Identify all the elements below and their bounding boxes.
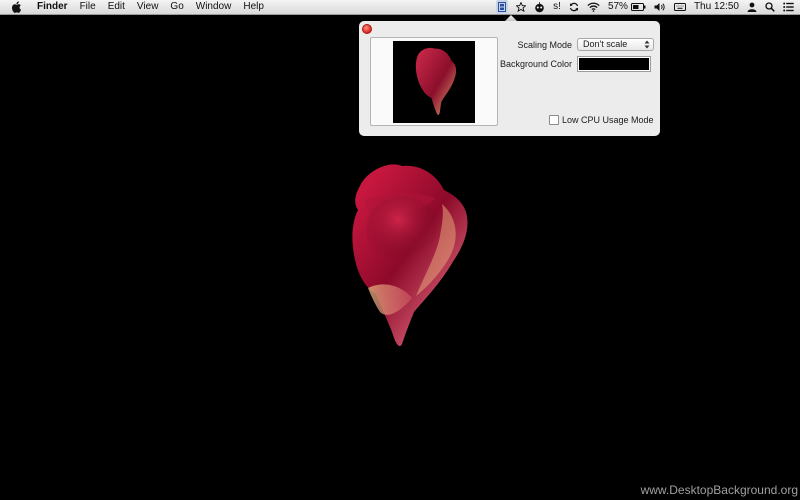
low-cpu-option[interactable]: Low CPU Usage Mode (549, 115, 654, 125)
low-cpu-checkbox[interactable] (549, 115, 559, 125)
preview-image (393, 41, 475, 123)
sync-icon[interactable] (569, 0, 579, 14)
low-cpu-label: Low CPU Usage Mode (562, 115, 654, 125)
wallpaper-preview[interactable] (370, 37, 498, 126)
wifi-icon[interactable] (587, 0, 600, 14)
background-color-swatch (579, 58, 649, 70)
wallpaper-app-status-icon[interactable] (496, 0, 509, 14)
volume-icon[interactable] (654, 0, 666, 14)
menu-edit[interactable]: Edit (102, 0, 131, 14)
apple-menu-icon[interactable] (10, 1, 22, 13)
close-icon[interactable] (362, 24, 372, 34)
menu-view[interactable]: View (131, 0, 165, 14)
background-color-well[interactable] (577, 56, 651, 72)
select-arrows-icon (644, 40, 650, 49)
battery-status[interactable]: 57% (608, 0, 646, 14)
spotlight-search-icon[interactable] (765, 0, 775, 14)
background-color-label: Background Color (499, 59, 572, 69)
keyboard-input-icon[interactable] (673, 0, 686, 14)
menu-clock[interactable]: Thu 12:50 (694, 0, 739, 14)
user-icon[interactable] (747, 0, 757, 14)
battery-percent: 57% (607, 1, 628, 12)
star-icon[interactable] (516, 0, 527, 14)
rose-petal-wallpaper-image (352, 164, 468, 346)
desktop: Finder File Edit View Go Window Help s! … (0, 0, 800, 500)
wallpaper-settings-popover: Scaling Mode Don't scale Background Colo… (359, 21, 660, 136)
alien-icon[interactable] (534, 0, 545, 14)
menu-help[interactable]: Help (237, 0, 270, 14)
battery-icon (630, 3, 646, 11)
scaling-mode-label: Scaling Mode (517, 40, 572, 50)
scaling-mode-value: Don't scale (583, 39, 628, 49)
menu-bar: Finder File Edit View Go Window Help s! … (0, 0, 800, 15)
menu-window[interactable]: Window (190, 0, 238, 14)
status-text-icon[interactable]: s! (553, 0, 561, 14)
menu-file[interactable]: File (74, 0, 102, 14)
menu-go[interactable]: Go (164, 0, 189, 14)
menu-app-finder[interactable]: Finder (31, 0, 74, 14)
scaling-mode-select[interactable]: Don't scale (577, 38, 654, 51)
notification-center-icon[interactable] (783, 0, 794, 14)
watermark-text: www.DesktopBackground.org (640, 483, 798, 497)
